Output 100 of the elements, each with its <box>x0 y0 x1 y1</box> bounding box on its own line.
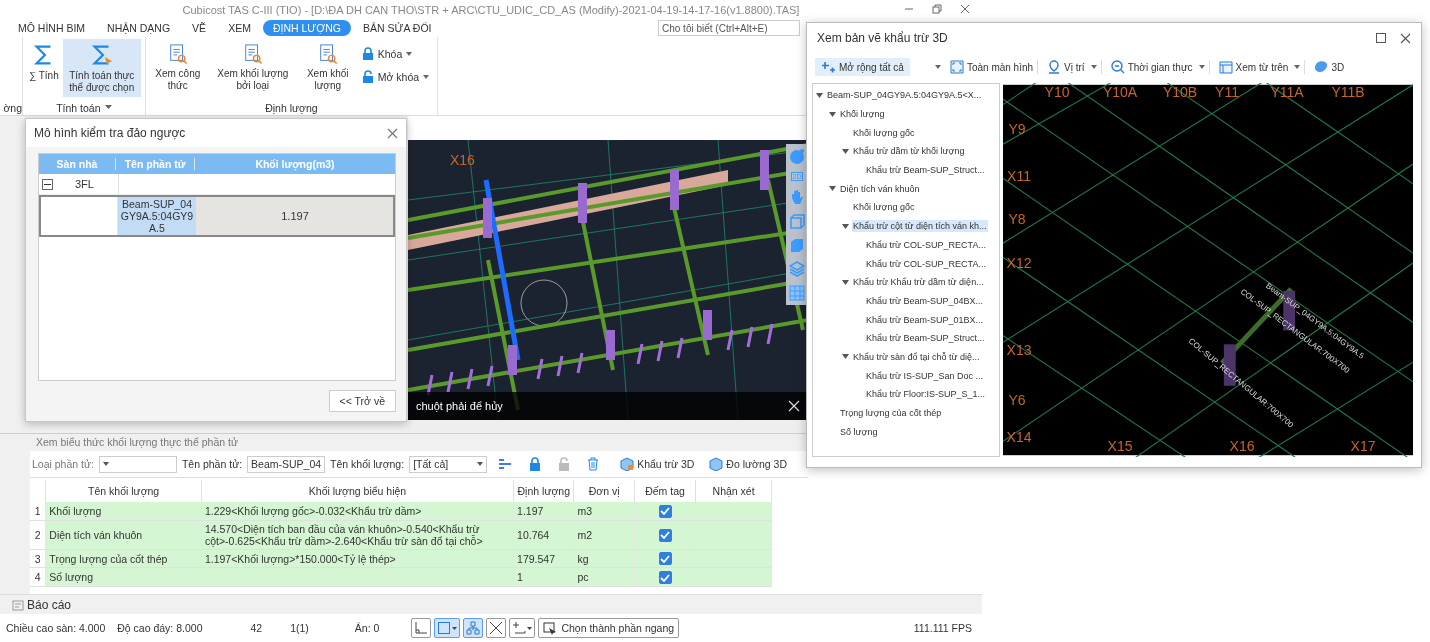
tree-item[interactable]: Khẩu trừ COL-SUP_RECTA... <box>865 238 987 251</box>
ribbon-tab[interactable]: BẢN SỬA ĐỔI <box>353 20 442 36</box>
caret-icon[interactable] <box>842 147 849 155</box>
caret-icon[interactable] <box>816 91 823 99</box>
menu-button[interactable]: Mở khóa <box>361 70 430 83</box>
caret-icon[interactable] <box>842 278 849 286</box>
ribbon-button[interactable]: Xem khối lượng <box>299 39 356 95</box>
tree-item[interactable]: Khẩu trừ Beam-SUP_04BX... <box>865 294 985 307</box>
tree-item[interactable]: Khối lượng gốc <box>852 201 916 214</box>
back-button[interactable]: << Trở về <box>328 390 396 412</box>
row-number: 2 <box>30 520 46 550</box>
search-field[interactable]: Cho tôi biết (Ctrl+Alt+E) <box>658 20 800 36</box>
panel-tab[interactable]: Báo cáo <box>27 597 72 612</box>
tree-item[interactable]: Beam-SUP_04GY9A.5:04GY9A.5<X... <box>826 89 983 102</box>
ribbon-button[interactable]: ∑ Tính <box>27 39 61 85</box>
ribbon-button[interactable]: Xem khối lượng bởi loại <box>207 39 298 95</box>
grid-label: X15 <box>1107 438 1133 454</box>
hint-text: chuột phải để hủy <box>416 400 503 412</box>
checkbox[interactable] <box>658 571 672 585</box>
dropdown-field[interactable]: Beam-SUP_04 <box>247 455 326 473</box>
ribbon-button[interactable]: Xem công thức <box>149 39 206 95</box>
table-cell: m3 <box>573 502 635 521</box>
toolbar-button[interactable]: Khẩu trừ 3D <box>620 457 695 471</box>
caret-icon[interactable] <box>104 105 112 110</box>
table-cell: 1.197 <box>513 502 574 521</box>
caret-icon[interactable] <box>829 185 836 193</box>
column-header: Tên khối lượng <box>45 480 202 502</box>
tool-button[interactable] <box>486 618 507 638</box>
tool-button[interactable] <box>434 618 461 638</box>
tree-item[interactable]: Khẩu trừ Beam-SUP_01BX... <box>865 313 985 326</box>
toolbar-button[interactable]: Đo lường 3D <box>709 457 787 471</box>
collapse-toggle[interactable] <box>42 178 53 190</box>
toolbar-button[interactable]: 3D <box>1310 60 1349 74</box>
grid-label: Y11 <box>1215 84 1239 100</box>
tree-item[interactable]: Khối lượng <box>839 108 886 121</box>
window-icon <box>1218 60 1233 74</box>
ribbon-tab[interactable]: VẼ <box>182 20 217 36</box>
dropdown-field[interactable] <box>98 455 177 473</box>
grid-label: Y8 <box>1008 211 1026 227</box>
close-icon[interactable] <box>1400 32 1411 44</box>
table-cell: 1.197 <box>197 197 393 235</box>
document-search-icon <box>317 43 338 65</box>
caret-icon[interactable] <box>842 222 849 230</box>
toolbar-button[interactable]: Toàn màn hình <box>945 60 1039 74</box>
checkbox[interactable] <box>658 528 672 542</box>
toolbar-button[interactable]: Thời gian thực <box>1106 60 1210 74</box>
caret-icon[interactable] <box>829 110 836 118</box>
tree-item[interactable]: Diện tích ván khuôn <box>839 182 921 195</box>
table-cell: 1.197<Khối lượng>*150.000<Tỷ lệ thép> <box>201 549 514 568</box>
toolbar-button[interactable]: Xem từ trên <box>1214 60 1306 74</box>
status-text: 1(1) <box>290 622 309 634</box>
table-row[interactable]: Beam-SUP_04GY9A.5:04GY9A.5 1.197 <box>39 195 395 237</box>
tree-item[interactable]: Khối lượng gốc <box>852 126 916 139</box>
tree-item[interactable]: Khẩu trừ dầm từ khối lượng <box>852 145 966 158</box>
ribbon-button[interactable]: Tính toán thực thể được chọn <box>62 39 141 97</box>
plus-line-icon <box>512 621 527 635</box>
select-icon <box>543 621 558 635</box>
tree-item[interactable]: Số lượng <box>839 425 879 438</box>
tree-item[interactable]: Khẩu trừ IS-SUP_San Doc ... <box>865 369 985 382</box>
grid-label: X13 <box>1006 342 1032 358</box>
toolbar-button[interactable]: Vị trí <box>1043 60 1102 74</box>
tree-item[interactable]: Khẩu trừ COL-SUP_RECTA... <box>865 257 987 270</box>
ribbon-tab[interactable]: NHẬN DẠNG <box>97 20 181 36</box>
expand-all-button[interactable]: Mở rộng tất cả <box>815 58 910 76</box>
grid-label: Y10A <box>1102 84 1138 100</box>
caret-icon[interactable] <box>842 353 849 361</box>
tree-item[interactable]: Khẩu trừ Beam-SUP_Struct... <box>865 332 986 345</box>
tool-button[interactable] <box>509 618 536 638</box>
tree-item[interactable]: Khẩu trừ Khẩu trừ dầm từ diện... <box>852 276 985 289</box>
checkbox[interactable] <box>658 552 672 566</box>
tree-item[interactable]: Trọng lượng của cốt thép <box>839 407 943 420</box>
grid-label: X16 <box>1229 438 1255 454</box>
status-text: 42 <box>250 622 263 634</box>
column-header: Sàn nhà <box>39 158 116 170</box>
panel-title: Xem biểu thức khối lượng thực thể phần tử <box>30 434 808 451</box>
table-cell: pc <box>573 567 635 587</box>
select-button[interactable]: Chọn thành phần ngang <box>538 618 680 638</box>
restore-icon[interactable] <box>932 4 942 14</box>
ribbon-tab[interactable]: XEM <box>218 20 261 36</box>
caret-icon[interactable] <box>934 65 941 69</box>
status-text: 111.111 FPS <box>913 622 972 634</box>
grid-label: Y11B <box>1331 84 1365 100</box>
rectangle-icon <box>437 621 452 635</box>
trash-icon[interactable] <box>587 457 600 471</box>
caret-icon <box>477 462 484 466</box>
tree-item[interactable]: Khẩu trừ sàn đổ tại chỗ từ diệ... <box>852 350 981 363</box>
list-icon[interactable] <box>498 458 513 470</box>
dropdown-field[interactable]: [Tất cả] <box>409 455 488 473</box>
tree-item[interactable]: Khẩu trừ Beam-SUP_Struct... <box>865 164 986 177</box>
tree-item[interactable]: Khẩu trừ cột từ diện tích ván kh... <box>852 220 988 233</box>
maximize-icon[interactable] <box>1376 33 1386 43</box>
ribbon-tab[interactable]: MÔ HÌNH BIM <box>8 20 96 36</box>
lock-icon[interactable] <box>529 457 542 471</box>
grid-label: Y6 <box>1008 392 1026 408</box>
tree-item[interactable]: Khẩu trừ Floor:IS-SUP_S_1... <box>865 388 987 401</box>
filter-label: Tên khối lượng: <box>330 458 405 470</box>
checkbox[interactable] <box>658 504 672 518</box>
group-label: Tính toán <box>56 101 101 114</box>
menu-button[interactable]: Khóa <box>361 47 430 60</box>
lock-icon <box>361 47 374 60</box>
